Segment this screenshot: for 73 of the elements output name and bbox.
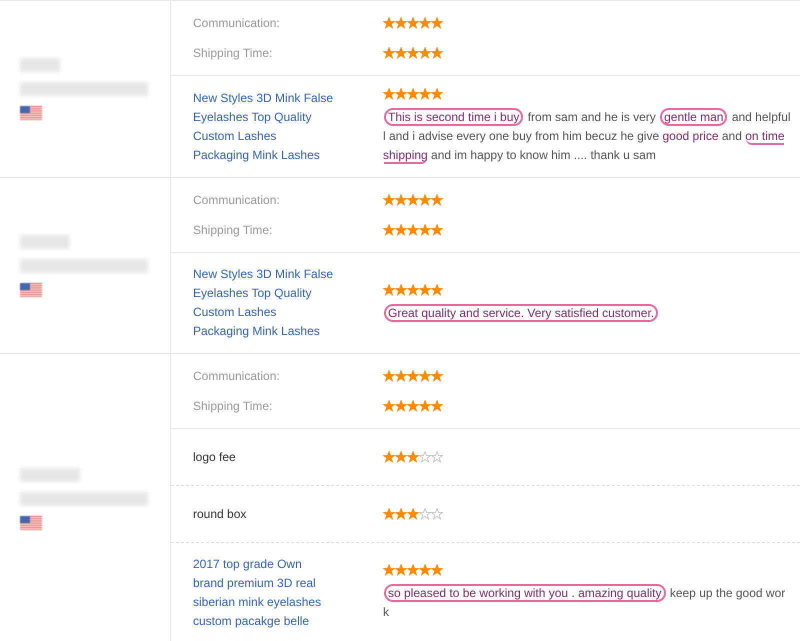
- star-icon: [395, 370, 407, 382]
- star-icon: [383, 564, 395, 576]
- rating-label: Communication:: [193, 193, 281, 207]
- star-icon: [395, 451, 407, 463]
- star-icon: [383, 17, 395, 29]
- star-icon: [431, 370, 443, 382]
- star-icon: [383, 88, 395, 100]
- star-icon: [431, 400, 443, 412]
- star-icon: [407, 284, 419, 296]
- star-icon: [407, 451, 419, 463]
- star-icon: [431, 194, 443, 206]
- flag-icon: [20, 106, 42, 120]
- review-comment: This is second time i buy from sam and he is very gentle man and helpfull and i advise every one buy from him becuz he give good price and on time shipping and im happy to know him .... thank u sam: [383, 109, 791, 164]
- star-icon: [407, 370, 419, 382]
- star-icon: [383, 284, 395, 296]
- star-icon: [419, 194, 431, 206]
- star-icon: [383, 224, 395, 236]
- star-icon: [395, 284, 407, 296]
- star-icon: [407, 17, 419, 29]
- star-icon: [419, 564, 431, 576]
- review-comment: Great quality and service. Very satisfied customer.: [383, 304, 791, 322]
- star-icon: [395, 564, 407, 576]
- star-icon: [419, 17, 431, 29]
- star-icon: [407, 400, 419, 412]
- empty-star-icon: [431, 508, 443, 520]
- star-icon: [395, 47, 407, 59]
- product-link[interactable]: 2017 top grade Own brand premium 3D real siberian mink eyelashes custom pacakge belle: [193, 555, 335, 631]
- rating-label: Communication:: [193, 16, 281, 30]
- star-icon: [419, 88, 431, 100]
- item-name: logo fee: [193, 450, 237, 464]
- star-icon: [419, 224, 431, 236]
- flag-icon: [20, 282, 42, 296]
- rating-label: Shipping Time:: [193, 46, 274, 60]
- star-icon: [407, 508, 419, 520]
- star-icon: [431, 224, 443, 236]
- blurred-name: [20, 234, 70, 248]
- star-icon: [431, 47, 443, 59]
- star-icon: [431, 17, 443, 29]
- star-icon: [383, 194, 395, 206]
- star-icon: [395, 508, 407, 520]
- star-icon: [419, 400, 431, 412]
- star-icon: [383, 451, 395, 463]
- rating-label: Shipping Time:: [193, 223, 274, 237]
- rating-label: Communication:: [193, 369, 281, 383]
- product-link[interactable]: New Styles 3D Mink False Eyelashes Top Quality Custom Lashes Packaging Mink Lashes: [193, 265, 335, 341]
- star-icon: [383, 508, 395, 520]
- star-icon: [419, 370, 431, 382]
- star-icon: [407, 564, 419, 576]
- product-link[interactable]: New Styles 3D Mink False Eyelashes Top Quality Custom Lashes Packaging Mink Lashes: [193, 88, 335, 164]
- blurred-name: [20, 58, 60, 72]
- star-icon: [383, 400, 395, 412]
- star-icon: [407, 47, 419, 59]
- star-icon: [395, 194, 407, 206]
- star-icon: [395, 88, 407, 100]
- star-icon: [383, 47, 395, 59]
- star-icon: [395, 224, 407, 236]
- rating-label: Shipping Time:: [193, 399, 274, 413]
- item-name: round box: [193, 507, 248, 521]
- star-icon: [431, 88, 443, 100]
- flag-icon: [20, 516, 42, 530]
- star-icon: [395, 17, 407, 29]
- star-icon: [419, 47, 431, 59]
- review-comment: so pleased to be working with you . amazing quality keep up the good work: [383, 585, 786, 621]
- star-icon: [419, 284, 431, 296]
- empty-star-icon: [431, 451, 443, 463]
- star-icon: [395, 400, 407, 412]
- star-icon: [407, 88, 419, 100]
- star-icon: [407, 224, 419, 236]
- blurred-name: [20, 468, 80, 482]
- star-icon: [431, 564, 443, 576]
- star-icon: [383, 370, 395, 382]
- star-icon: [407, 194, 419, 206]
- star-icon: [431, 284, 443, 296]
